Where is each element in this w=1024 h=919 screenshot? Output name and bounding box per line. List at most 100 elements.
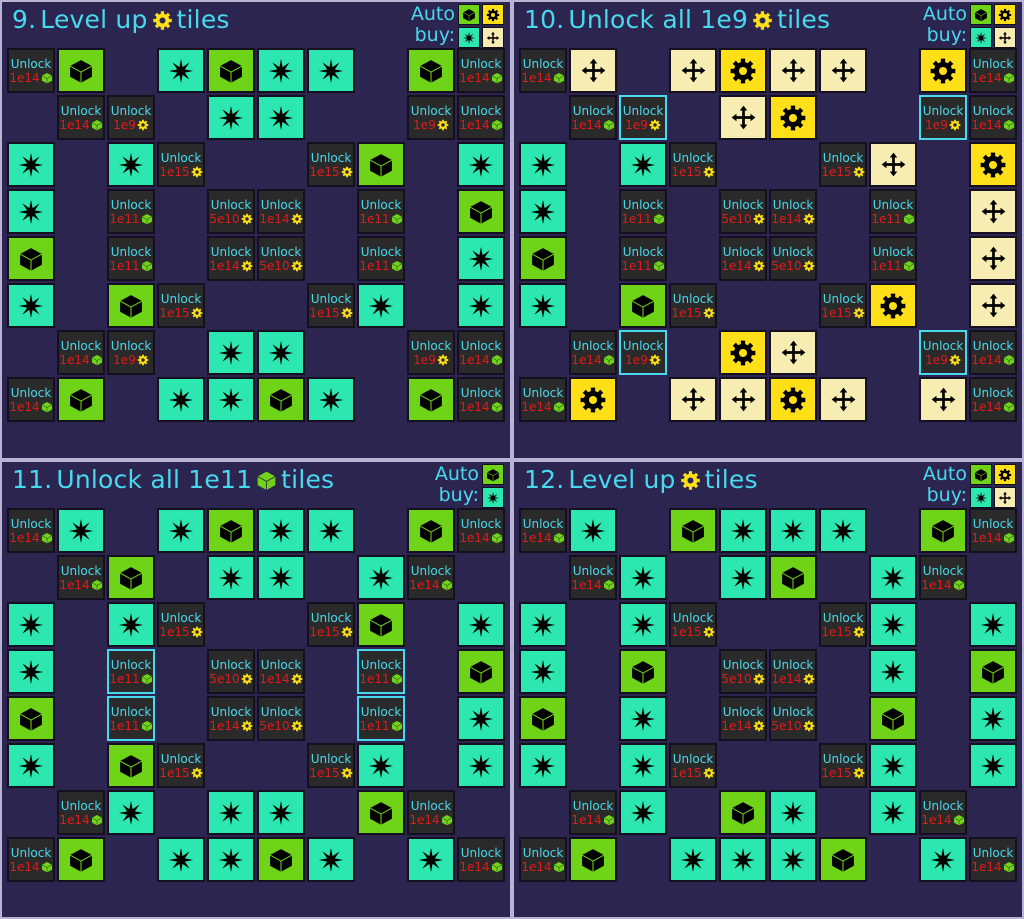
locked-tile[interactable]: Unlock 1e14 [769, 649, 817, 694]
locked-tile[interactable]: Unlock 1e14 [569, 790, 617, 835]
tile-star[interactable] [207, 837, 255, 882]
locked-tile[interactable]: Unlock 1e11 [357, 236, 405, 281]
tile-cube[interactable] [569, 837, 617, 882]
autobuy-toggle-move[interactable] [994, 487, 1016, 508]
tile-star[interactable] [157, 508, 205, 553]
tile-cube[interactable] [357, 602, 405, 647]
locked-tile[interactable]: Unlock 5e10 [207, 189, 255, 234]
locked-tile[interactable]: Unlock 1e11 [357, 189, 405, 234]
locked-tile[interactable]: Unlock 1e15 [157, 142, 205, 187]
tile-gear[interactable] [769, 95, 817, 140]
locked-tile[interactable]: Unlock 1e14 [919, 790, 967, 835]
tile-gear[interactable] [569, 377, 617, 422]
tile-star[interactable] [257, 555, 305, 600]
tile-cube[interactable] [669, 508, 717, 553]
tile-star[interactable] [969, 696, 1017, 741]
tile-star[interactable] [719, 508, 767, 553]
tile-star[interactable] [619, 602, 667, 647]
tile-cube[interactable] [107, 743, 155, 788]
tile-cube[interactable] [769, 555, 817, 600]
tile-gear[interactable] [969, 142, 1017, 187]
tile-star[interactable] [207, 95, 255, 140]
tile-star[interactable] [307, 508, 355, 553]
locked-tile[interactable]: Unlock 1e15 [307, 283, 355, 328]
locked-tile[interactable]: Unlock 1e14 [919, 555, 967, 600]
locked-tile[interactable]: Unlock 1e11 [869, 236, 917, 281]
tile-star[interactable] [457, 142, 505, 187]
autobuy-toggle-cube[interactable] [970, 4, 992, 25]
tile-cube[interactable] [619, 283, 667, 328]
tile-gear[interactable] [869, 283, 917, 328]
tile-star[interactable] [357, 555, 405, 600]
tile-cube[interactable] [519, 696, 567, 741]
tile-cube[interactable] [719, 790, 767, 835]
tile-cube[interactable] [207, 48, 255, 93]
locked-tile[interactable]: Unlock 1e15 [157, 743, 205, 788]
tile-cube[interactable] [457, 189, 505, 234]
locked-tile[interactable]: Unlock 1e14 [7, 48, 55, 93]
locked-tile[interactable]: Unlock 1e14 [57, 330, 105, 375]
tile-cube[interactable] [519, 236, 567, 281]
locked-tile[interactable]: Unlock 1e11 [619, 236, 667, 281]
locked-tile[interactable]: Unlock 1e15 [669, 743, 717, 788]
tile-star[interactable] [107, 790, 155, 835]
tile-star[interactable] [869, 790, 917, 835]
autobuy-toggle-star[interactable] [970, 487, 992, 508]
locked-tile[interactable]: Unlock 1e14 [7, 377, 55, 422]
locked-tile[interactable]: Unlock 1e14 [57, 790, 105, 835]
locked-tile[interactable]: Unlock 5e10 [769, 696, 817, 741]
locked-tile[interactable]: Unlock 1e11 [107, 189, 155, 234]
locked-tile[interactable]: Unlock 1e9 [107, 95, 155, 140]
locked-tile[interactable]: Unlock 1e14 [569, 330, 617, 375]
tile-star[interactable] [519, 189, 567, 234]
locked-tile[interactable]: Unlock 1e14 [457, 330, 505, 375]
tile-cube[interactable] [869, 696, 917, 741]
tile-star[interactable] [669, 837, 717, 882]
locked-tile[interactable]: Unlock 1e14 [457, 377, 505, 422]
locked-tile[interactable]: Unlock 1e14 [457, 95, 505, 140]
locked-tile[interactable]: Unlock 1e14 [7, 508, 55, 553]
locked-tile[interactable]: Unlock 1e11 [869, 189, 917, 234]
autobuy-panel[interactable]: Auto buy: [923, 464, 1016, 508]
autobuy-toggle-gear[interactable] [482, 4, 504, 25]
locked-tile[interactable]: Unlock 1e15 [819, 743, 867, 788]
tile-star[interactable] [257, 508, 305, 553]
locked-tile[interactable]: Unlock 1e9 [407, 95, 455, 140]
locked-tile[interactable]: Unlock 1e14 [207, 236, 255, 281]
tile-star[interactable] [7, 602, 55, 647]
locked-tile[interactable]: Unlock 1e9 [407, 330, 455, 375]
tile-star[interactable] [519, 743, 567, 788]
autobuy-panel[interactable]: Auto buy: [411, 4, 504, 48]
tile-star[interactable] [157, 837, 205, 882]
autobuy-toggle-move[interactable] [994, 27, 1016, 48]
locked-tile[interactable]: Unlock 1e15 [669, 142, 717, 187]
tile-cube[interactable] [57, 837, 105, 882]
locked-tile[interactable]: Unlock 5e10 [769, 236, 817, 281]
locked-tile[interactable]: Unlock 1e11 [107, 696, 155, 741]
tile-cube[interactable] [819, 837, 867, 882]
locked-tile[interactable]: Unlock 1e11 [357, 696, 405, 741]
tile-move[interactable] [869, 142, 917, 187]
tile-star[interactable] [107, 602, 155, 647]
tile-star[interactable] [519, 283, 567, 328]
locked-tile[interactable]: Unlock 1e15 [819, 283, 867, 328]
tile-star[interactable] [257, 48, 305, 93]
locked-tile[interactable]: Unlock 1e15 [669, 283, 717, 328]
tile-star[interactable] [407, 837, 455, 882]
tile-star[interactable] [719, 837, 767, 882]
tile-star[interactable] [519, 649, 567, 694]
tile-cube[interactable] [107, 555, 155, 600]
tile-star[interactable] [7, 283, 55, 328]
locked-tile[interactable]: Unlock 1e14 [969, 48, 1017, 93]
tile-gear[interactable] [919, 48, 967, 93]
locked-tile[interactable]: Unlock 1e11 [619, 189, 667, 234]
locked-tile[interactable]: Unlock 1e14 [257, 649, 305, 694]
tile-star[interactable] [619, 142, 667, 187]
locked-tile[interactable]: Unlock 1e14 [407, 555, 455, 600]
locked-tile[interactable]: Unlock 1e14 [257, 189, 305, 234]
locked-tile[interactable]: Unlock 1e14 [569, 555, 617, 600]
locked-tile[interactable]: Unlock 1e14 [7, 837, 55, 882]
tile-star[interactable] [869, 555, 917, 600]
tile-star[interactable] [457, 743, 505, 788]
tile-star[interactable] [207, 330, 255, 375]
